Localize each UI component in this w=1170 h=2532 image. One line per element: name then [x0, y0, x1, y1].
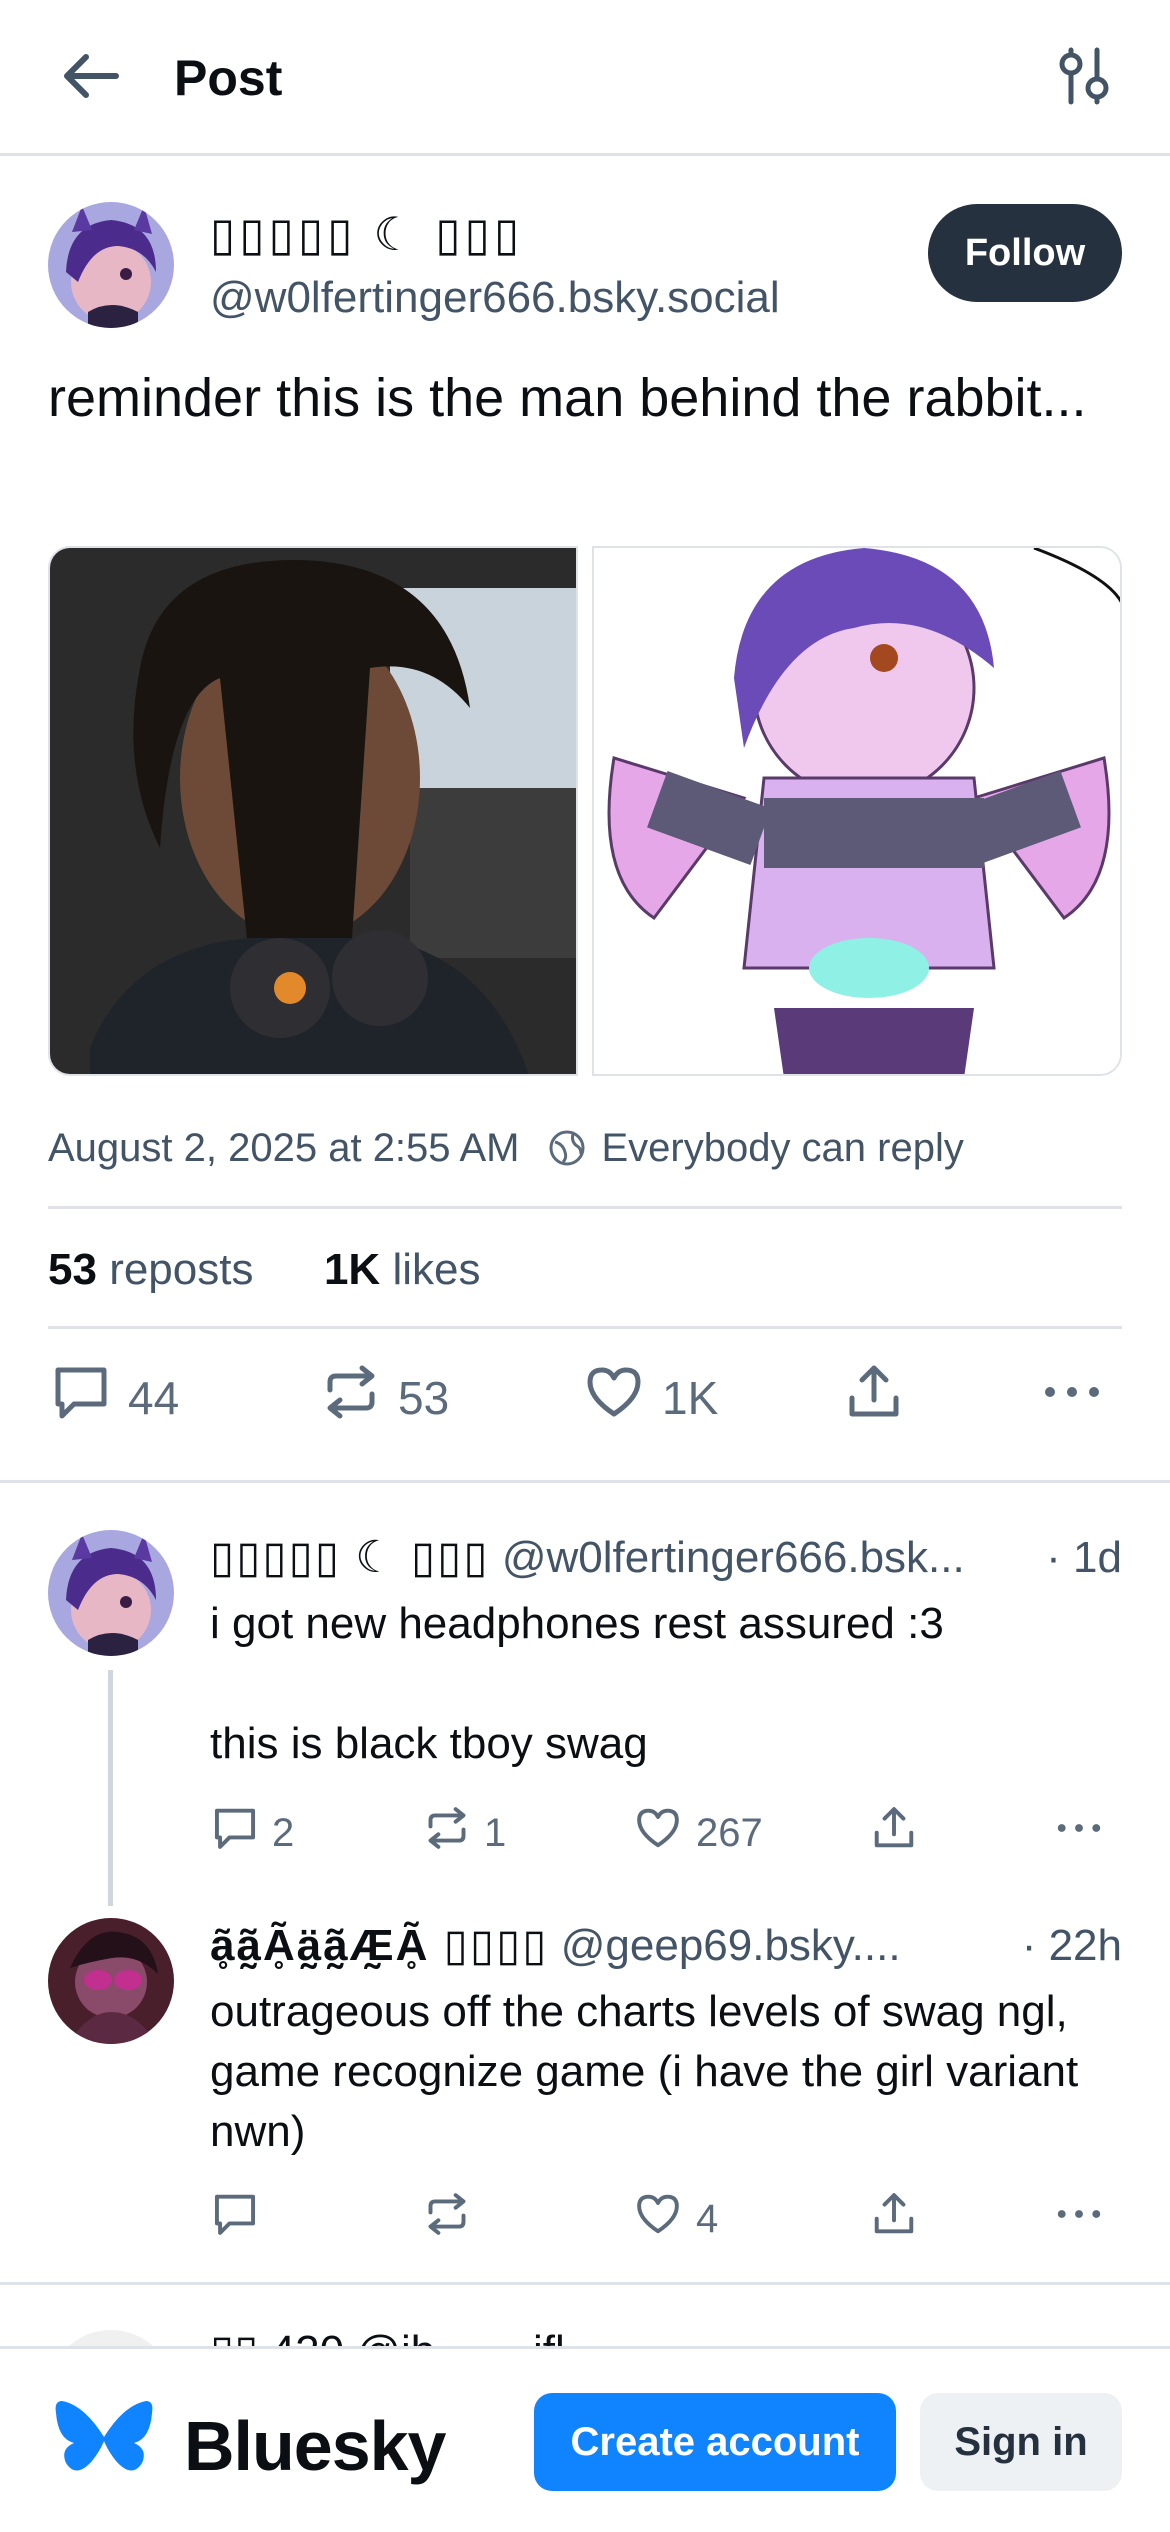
repost-count: 53	[398, 1371, 450, 1424]
ellipsis-icon	[1042, 1364, 1102, 1425]
divider	[0, 2282, 1170, 2285]
reply-comment-button[interactable]: 2	[212, 1806, 294, 1860]
author-handle[interactable]: @w0lfertinger666.bsky.social	[210, 270, 780, 326]
reply-like-count: 4	[696, 2196, 719, 2241]
like-count: 1K	[662, 1371, 719, 1424]
reply-share-button[interactable]	[872, 1806, 916, 1860]
comment-icon	[212, 1806, 258, 1860]
heart-icon	[634, 2192, 682, 2246]
reply-repost-button[interactable]: 1	[424, 1806, 506, 1860]
reply-repost-count: 1	[484, 1810, 507, 1855]
thread-line	[108, 1670, 113, 1906]
reply-time: · 22h	[1021, 1921, 1122, 1970]
back-button[interactable]	[56, 44, 124, 112]
comment-icon	[52, 1364, 110, 1431]
more-options-button[interactable]	[1042, 1364, 1102, 1425]
brand[interactable]: Bluesky	[54, 2399, 446, 2492]
comment-icon	[212, 2192, 258, 2246]
share-icon	[872, 1806, 916, 1860]
brand-name: Bluesky	[184, 2406, 446, 2485]
reply-header[interactable]: ▯▯▯▯▯ ☾ ▯▯▯ @w0lfertinger666.bsk...	[210, 1530, 965, 1586]
create-account-button[interactable]: Create account	[534, 2393, 896, 2491]
author-display-name[interactable]: ▯▯▯▯▯ ☾ ▯▯▯	[210, 206, 523, 262]
repost-button[interactable]: 53	[322, 1364, 449, 1431]
reply-author-handle[interactable]: @w0lfertinger666.bsk...	[502, 1533, 965, 1582]
reply-comment-count: 2	[272, 1810, 295, 1855]
arrow-left-icon	[60, 51, 120, 106]
reply-text: i got new headphones rest assured :3 thi…	[210, 1599, 944, 1768]
post-image-drawing[interactable]	[592, 546, 1122, 1076]
reply-count: 44	[128, 1371, 180, 1424]
signup-bar: Bluesky Create account Sign in	[0, 2346, 1170, 2532]
reply-header[interactable]: ḁ̃ã̰Ḁ̃ä̰ã̰Æ̰Ḁ̃ ▯▯▯▯ @geep69.bsky....	[210, 1918, 901, 1974]
reply-author-handle[interactable]: @geep69.bsky....	[561, 1921, 901, 1970]
reply-author-name[interactable]: ▯▯▯▯▯ ☾ ▯▯▯	[210, 1533, 490, 1582]
post-timestamp: August 2, 2025 at 2:55 AM	[48, 1125, 520, 1170]
divider	[48, 1206, 1122, 1209]
butterfly-logo-icon	[54, 2399, 154, 2492]
ellipsis-icon	[1054, 2192, 1104, 2246]
reply-avatar[interactable]	[48, 1918, 174, 2044]
share-icon	[872, 2192, 916, 2246]
heart-icon	[634, 1806, 682, 1860]
page-title: Post	[174, 50, 283, 106]
reply-share-button[interactable]	[872, 2192, 916, 2246]
thread-settings-button[interactable]	[1050, 44, 1118, 112]
repost-icon	[424, 2192, 470, 2246]
post-image-photo[interactable]	[48, 546, 578, 1076]
ellipsis-icon	[1054, 1806, 1104, 1860]
follow-button[interactable]: Follow	[928, 204, 1122, 302]
reposts-count-link[interactable]: 53 reposts	[48, 1245, 253, 1294]
top-bar: Post	[0, 0, 1170, 156]
reply-author-name[interactable]: ḁ̃ã̰Ḁ̃ä̰ã̰Æ̰Ḁ̃ ▯▯▯▯	[210, 1921, 549, 1970]
author-avatar[interactable]	[48, 202, 174, 328]
divider	[48, 1326, 1122, 1329]
reply-setting[interactable]: Everybody can reply	[601, 1126, 963, 1171]
post-meta: August 2, 2025 at 2:55 AM Everybody can …	[48, 1118, 964, 1178]
likes-count-link[interactable]: 1K likes	[324, 1245, 481, 1294]
reply-repost-button[interactable]	[424, 2192, 484, 2246]
divider	[0, 1480, 1170, 1483]
reply-text: outrageous off the charts levels of swag…	[210, 1987, 1079, 2156]
engagement-counts: 53 reposts 1K likes	[48, 1240, 480, 1300]
like-button[interactable]: 1K	[584, 1364, 718, 1431]
reply-more-button[interactable]	[1054, 1806, 1104, 1860]
sign-in-button[interactable]: Sign in	[920, 2393, 1122, 2491]
sliders-icon	[1057, 46, 1111, 111]
globe-icon	[547, 1128, 587, 1168]
reply-like-button[interactable]: 4	[634, 2192, 718, 2246]
reply-time: · 1d	[1046, 1533, 1122, 1582]
reply-comment-button[interactable]	[212, 2192, 272, 2246]
reply-like-count: 267	[696, 1810, 763, 1855]
share-button[interactable]	[846, 1364, 902, 1425]
repost-icon	[424, 1806, 470, 1860]
reply-like-button[interactable]: 267	[634, 1806, 763, 1860]
reply-more-button[interactable]	[1054, 2192, 1104, 2246]
post-text: reminder this is the man behind the rabb…	[48, 368, 1087, 428]
repost-icon	[322, 1364, 380, 1431]
reply-button[interactable]: 44	[52, 1364, 179, 1431]
share-icon	[846, 1364, 902, 1425]
heart-icon	[584, 1364, 644, 1431]
reply-avatar[interactable]	[48, 1530, 174, 1656]
